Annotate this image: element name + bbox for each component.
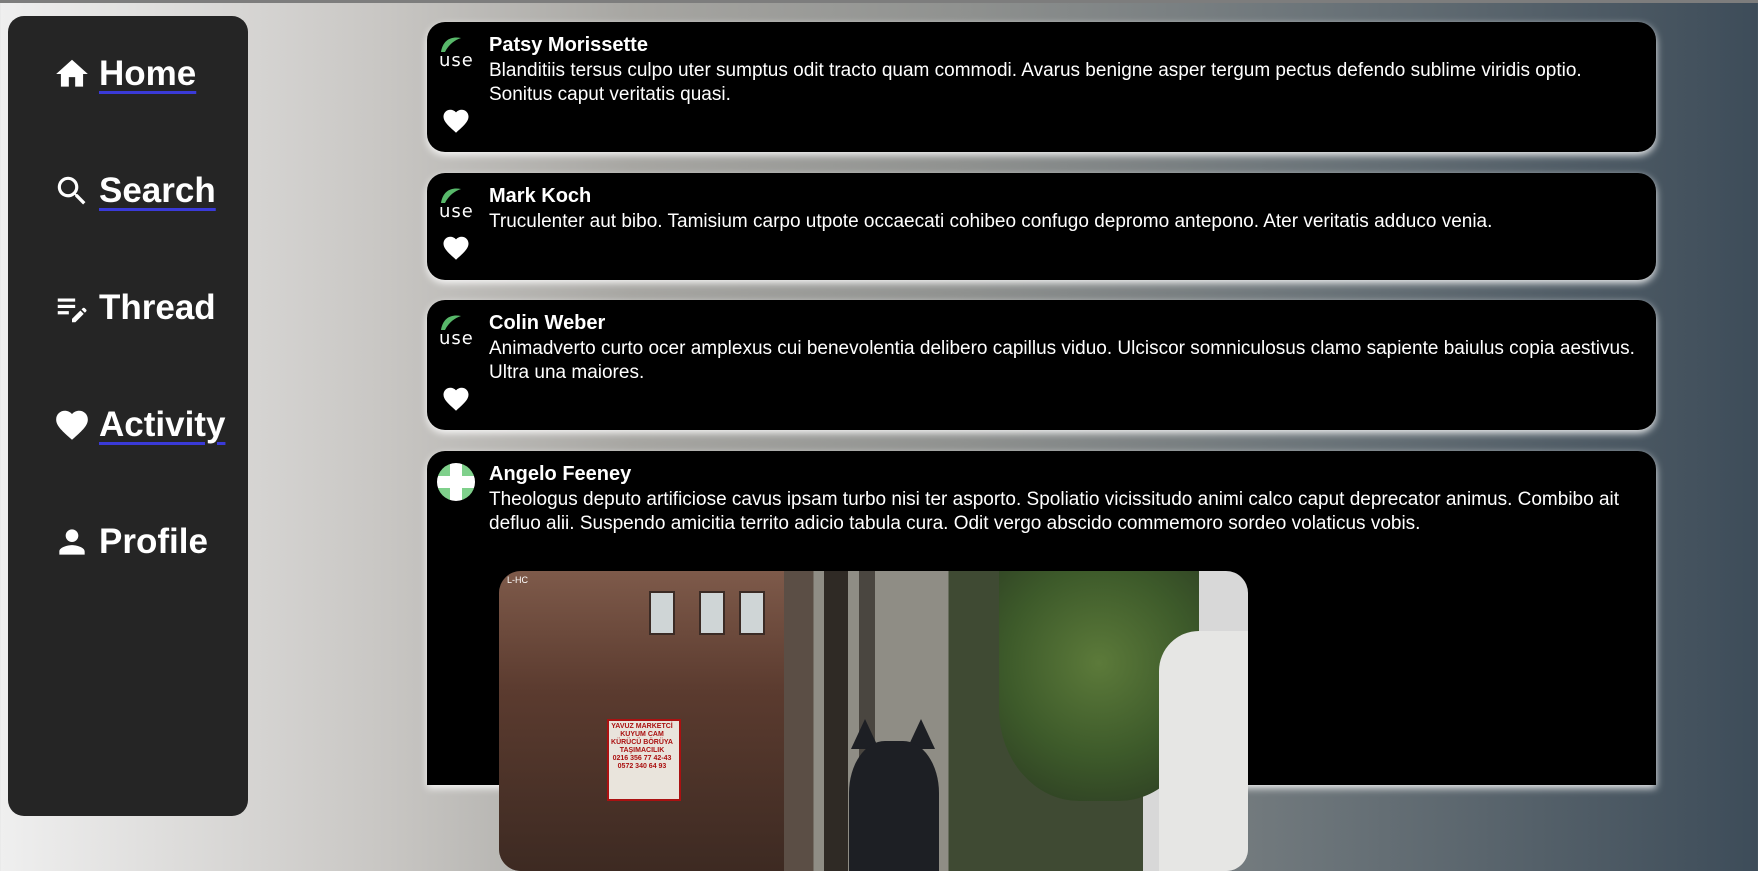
heart-icon (443, 387, 469, 411)
nav-label-profile[interactable]: Profile (99, 522, 208, 562)
post-card: use Colin Weber Animadverto curto ocer a… (427, 300, 1656, 430)
like-button[interactable] (441, 384, 471, 414)
top-border (0, 0, 1758, 3)
post-author[interactable]: Mark Koch (489, 185, 591, 208)
nav-item-profile[interactable]: Profile (53, 522, 208, 562)
nav-label-thread[interactable]: Thread (99, 288, 216, 328)
image-window (649, 591, 675, 635)
heart-icon (443, 109, 469, 133)
nav-item-home[interactable]: Home (53, 54, 196, 94)
post-text: Theologus deputo artificiose cavus ipsam… (489, 489, 1620, 534)
nav-item-thread[interactable]: Thread (53, 288, 216, 328)
nav-item-search[interactable]: Search (53, 171, 216, 211)
post-text: Blanditiis tersus culpo uter sumptus odi… (489, 60, 1582, 105)
post-text: Animadverto curto ocer amplexus cui bene… (489, 338, 1635, 383)
post-author[interactable]: Colin Weber (489, 312, 605, 335)
post-author[interactable]: Angelo Feeney (489, 463, 631, 486)
post-card: Angelo Feeney Theologus deputo artificio… (427, 451, 1656, 871)
image-tree (824, 571, 848, 871)
avatar-alt-text: use (439, 201, 474, 222)
image-cat-statue (849, 741, 939, 871)
heart-icon (56, 410, 88, 440)
image-caption: L-HC (507, 575, 529, 585)
nav-label-search[interactable]: Search (99, 171, 216, 211)
nav-label-home[interactable]: Home (99, 54, 196, 94)
nav-item-activity[interactable]: Activity (53, 405, 225, 445)
avatar[interactable] (437, 463, 475, 501)
image-shop-sign-text: YAVUZ MARKETCİ KUYUM CAM KÜRÜCÜ BÖRÜYA T… (611, 723, 673, 770)
image-car (1159, 631, 1248, 871)
avatar-alt-text: use (439, 50, 474, 71)
post-author[interactable]: Patsy Morissette (489, 34, 648, 57)
image-window (699, 591, 725, 635)
person-icon (59, 529, 85, 555)
like-button[interactable] (441, 106, 471, 136)
heart-icon (443, 236, 469, 260)
post-card: use Mark Koch Truculenter aut bibo. Tami… (427, 173, 1656, 280)
sidebar-nav: Home Search Thread Activity Profile (8, 16, 248, 816)
search-icon (57, 176, 86, 205)
image-window (739, 591, 765, 635)
nav-label-activity[interactable]: Activity (99, 405, 225, 445)
avatar[interactable]: use (437, 312, 475, 350)
home-icon (56, 59, 88, 87)
edit-note-icon (57, 298, 87, 323)
avatar-alt-text: use (439, 328, 474, 349)
post-card: use Patsy Morissette Blanditiis tersus c… (427, 22, 1656, 152)
avatar[interactable]: use (437, 185, 475, 223)
like-button[interactable] (441, 233, 471, 263)
avatar[interactable]: use (437, 34, 475, 72)
post-image[interactable]: YAVUZ MARKETCİ KUYUM CAM KÜRÜCÜ BÖRÜYA T… (499, 571, 1248, 871)
post-text: Truculenter aut bibo. Tamisium carpo utp… (489, 211, 1493, 232)
